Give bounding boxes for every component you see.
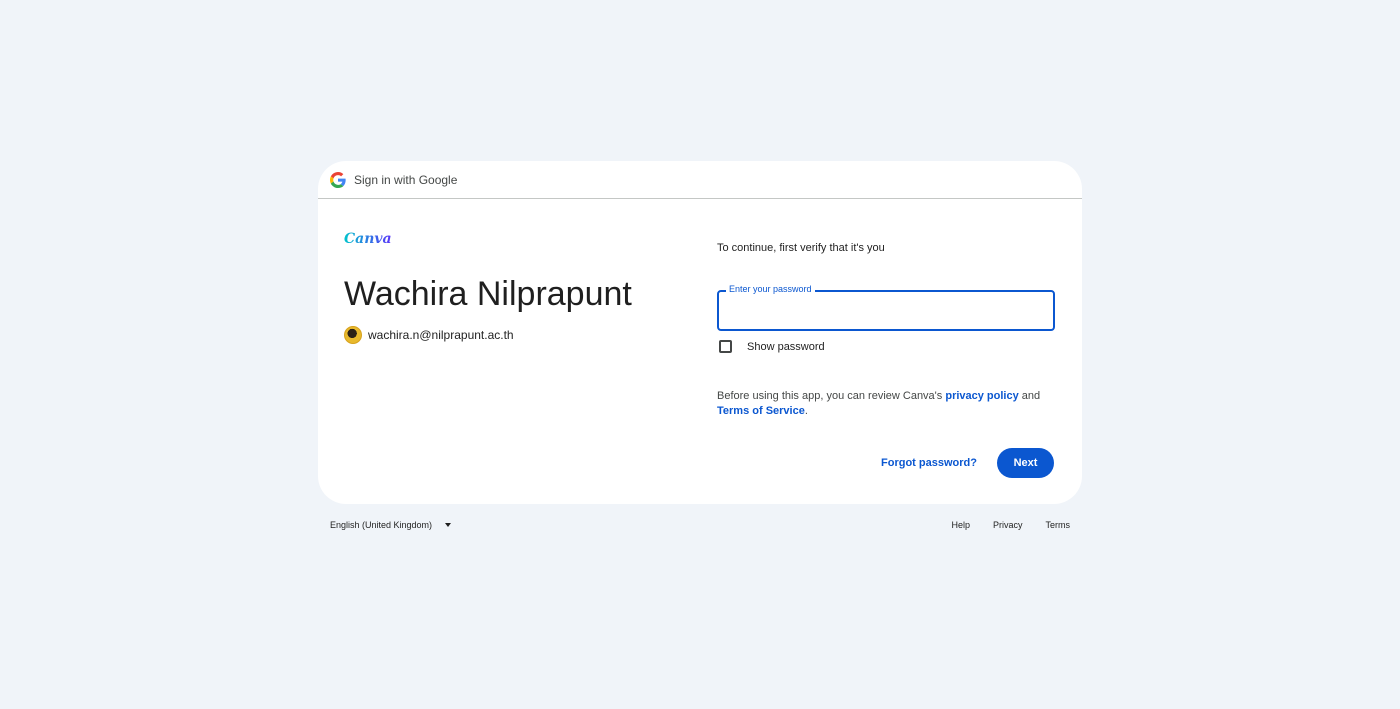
- footer-links: Help Privacy Terms: [928, 520, 1070, 530]
- show-password-label[interactable]: Show password: [747, 341, 825, 353]
- policy-prefix: Before using this app, you can review Ca…: [717, 390, 946, 402]
- canva-logo: Canva: [344, 231, 392, 247]
- footer: English (United Kingdom) Help Privacy Te…: [318, 520, 1082, 534]
- language-selector[interactable]: English (United Kingdom): [330, 520, 452, 530]
- sign-in-card: Sign in with Google Canva Wachira Nilpra…: [318, 161, 1082, 504]
- footer-link-terms[interactable]: Terms: [1046, 520, 1071, 530]
- next-button[interactable]: Next: [997, 448, 1054, 478]
- policy-text: Before using this app, you can review Ca…: [717, 389, 1057, 419]
- password-label: Enter your password: [726, 284, 815, 294]
- avatar: [344, 326, 362, 344]
- card-header: Sign in with Google: [318, 161, 1082, 199]
- privacy-policy-link[interactable]: privacy policy: [945, 390, 1018, 402]
- forgot-password-button[interactable]: Forgot password?: [881, 457, 977, 469]
- password-input[interactable]: [719, 292, 1053, 329]
- header-title: Sign in with Google: [354, 172, 458, 187]
- password-field[interactable]: Enter your password: [717, 284, 1055, 331]
- account-email: wachira.n@nilprapunt.ac.th: [368, 328, 514, 342]
- footer-link-help[interactable]: Help: [951, 520, 970, 530]
- show-password-toggle[interactable]: Show password: [719, 340, 825, 353]
- show-password-checkbox[interactable]: [719, 340, 732, 353]
- terms-of-service-link[interactable]: Terms of Service: [717, 405, 805, 417]
- policy-middle: and: [1018, 390, 1041, 402]
- verify-text: To continue, first verify that it's you: [717, 242, 885, 254]
- account-name: Wachira Nilprapunt: [344, 275, 632, 313]
- policy-suffix: .: [804, 405, 808, 417]
- google-g-icon: [330, 171, 346, 188]
- account-chip[interactable]: wachira.n@nilprapunt.ac.th: [344, 326, 514, 344]
- chevron-down-icon: [445, 523, 452, 527]
- footer-link-privacy[interactable]: Privacy: [993, 520, 1023, 530]
- language-label: English (United Kingdom): [330, 520, 433, 530]
